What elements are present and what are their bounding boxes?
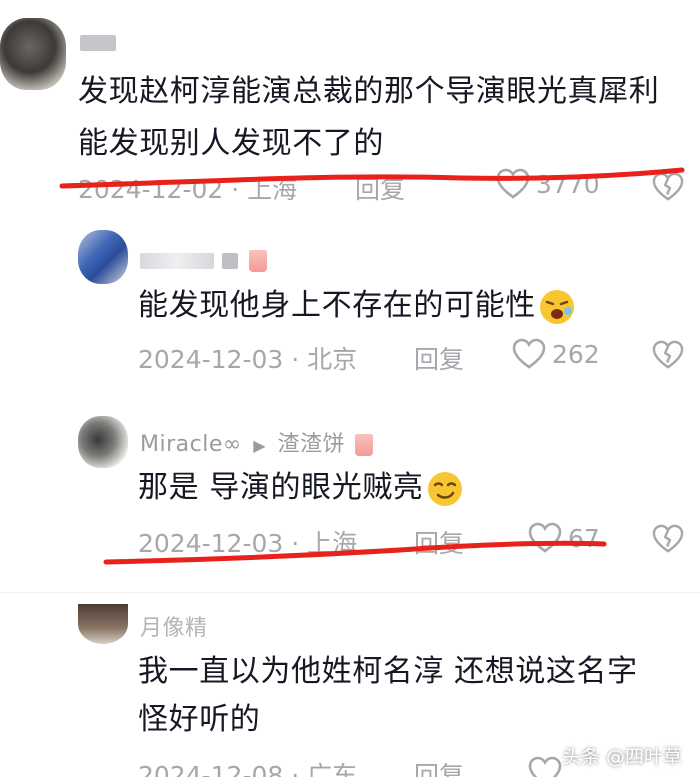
reply-arrow-icon: ▶ (253, 436, 267, 455)
fries-icon (354, 434, 373, 456)
divider (0, 592, 700, 593)
username-text: Miracle∞ (140, 432, 242, 457)
broken-heart-icon[interactable] (652, 524, 684, 554)
reply-to-username[interactable]: 渣渣饼 (278, 432, 346, 457)
broken-heart-icon[interactable] (652, 172, 684, 202)
comment-date: 2024-12-08 (138, 761, 284, 777)
watermark: 头条 @四叶草 (561, 746, 682, 768)
comment-meta: 2024-12-03 · 北京 (138, 345, 358, 374)
username-blur (221, 253, 238, 269)
comment-date: 2024-12-03 (138, 345, 284, 374)
comment-3: Miracle∞ ▶ 渣渣饼 那是 导演的眼光贼亮 2024-12-03 · 上… (0, 400, 700, 575)
comment-text[interactable]: 发现赵柯淳能演总裁的那个导演眼光真犀利 能发现别人发现不了的 (78, 66, 659, 170)
avatar[interactable] (78, 230, 128, 284)
comment-1: 发现赵柯淳能演总裁的那个导演眼光真犀利 能发现别人发现不了的 2024-12-0… (0, 0, 700, 204)
comment-text[interactable]: 能发现他身上不存在的可能性 (138, 284, 576, 328)
username[interactable]: 月像精 (140, 610, 208, 642)
comment-text-line: 发现赵柯淳能演总裁的那个导演眼光真犀利 (78, 74, 660, 109)
username[interactable]: Miracle∞ ▶ 渣渣饼 (140, 426, 373, 458)
avatar[interactable] (0, 18, 66, 90)
heart-icon (528, 756, 562, 777)
username-blur (80, 35, 116, 51)
reply-button[interactable]: 回复 (414, 524, 464, 560)
comment-location: 广东 (307, 761, 358, 777)
like-button[interactable]: 67 (528, 522, 600, 554)
heart-icon (528, 522, 562, 553)
comment-text-line: 怪好听的 (138, 702, 261, 737)
fries-icon (249, 250, 267, 272)
username-text: 月像精 (140, 616, 208, 641)
smirking-face-icon (427, 471, 462, 506)
comment-text-line: 那是 导演的眼光贼亮 (138, 470, 424, 505)
avatar[interactable] (78, 604, 128, 644)
username[interactable] (140, 248, 267, 273)
comment-text-line: 能发现别人发现不了的 (78, 126, 384, 161)
comment-text[interactable]: 我一直以为他姓柯名淳 还想说这名字 怪好听的 (138, 648, 638, 744)
reply-button[interactable]: 回复 (414, 756, 464, 777)
comment-text[interactable]: 那是 导演的眼光贼亮 (138, 466, 464, 510)
comment-meta: 2024-12-08 · 广东 (138, 756, 357, 777)
comment-date: 2024-12-03 (138, 529, 284, 558)
like-button[interactable]: 3770 (496, 168, 600, 200)
comment-location: 北京 (307, 345, 358, 374)
comment-text-line: 我一直以为他姓柯名淳 还想说这名字 (138, 654, 638, 689)
reply-button[interactable]: 回复 (414, 340, 464, 376)
heart-icon (496, 168, 530, 199)
avatar[interactable] (78, 416, 128, 468)
yawning-face-icon (539, 289, 574, 324)
like-count: 262 (552, 339, 600, 369)
comment-location: 上海 (307, 529, 358, 558)
like-button[interactable]: 262 (512, 338, 600, 370)
username[interactable] (80, 30, 116, 55)
comment-2: 能发现他身上不存在的可能性 2024-12-03 · 北京 回复 262 (0, 200, 700, 380)
comment-meta: 2024-12-03 · 上海 (138, 529, 358, 558)
heart-icon (512, 338, 546, 369)
like-button[interactable] (528, 756, 562, 777)
like-count: 3770 (536, 169, 600, 199)
comment-text-line: 能发现他身上不存在的可能性 (138, 288, 536, 323)
username-blur (140, 253, 214, 269)
broken-heart-icon[interactable] (652, 340, 684, 370)
like-count: 67 (568, 523, 600, 553)
